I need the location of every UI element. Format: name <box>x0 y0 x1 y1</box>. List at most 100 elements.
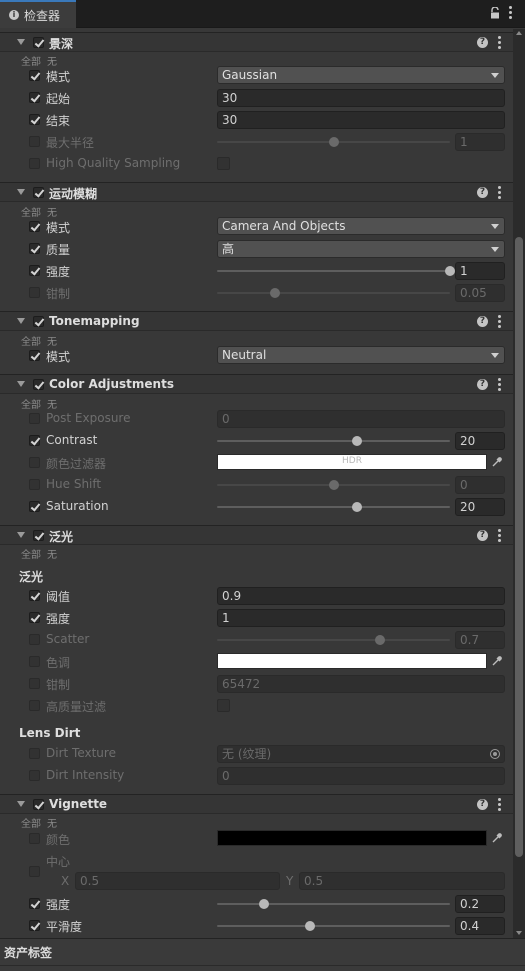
help-icon[interactable]: ? <box>477 379 488 390</box>
component-menu-icon[interactable] <box>498 36 501 51</box>
help-icon[interactable]: ? <box>477 187 488 198</box>
slider-thumb[interactable] <box>270 288 281 298</box>
all-button[interactable]: 全部 <box>21 57 41 68</box>
override-checkbox[interactable] <box>29 265 40 276</box>
bloom-tint-swatch[interactable] <box>217 653 487 669</box>
dirt-intensity-field[interactable]: 0 <box>217 767 505 785</box>
saturation-slider[interactable] <box>217 506 450 508</box>
override-checkbox[interactable] <box>29 634 40 645</box>
override-checkbox[interactable] <box>29 435 40 446</box>
override-checkbox[interactable] <box>29 833 40 844</box>
component-enable-checkbox[interactable] <box>33 316 44 327</box>
component-menu-icon[interactable] <box>498 798 501 813</box>
tab-menu-icon[interactable] <box>509 6 513 20</box>
vignette-smoothness-slider[interactable] <box>217 925 450 927</box>
color-filter-swatch[interactable]: HDR <box>217 454 487 470</box>
bloom-intensity-field[interactable]: 1 <box>217 609 505 627</box>
dirt-texture-field[interactable]: 无 (纹理) <box>217 745 505 763</box>
bloom-hq-toggle[interactable] <box>217 699 230 712</box>
eyedropper-icon[interactable] <box>491 456 503 468</box>
tonemapping-mode-dropdown[interactable]: Neutral <box>217 346 505 364</box>
component-enable-checkbox[interactable] <box>33 379 44 390</box>
foldout-arrow-icon[interactable] <box>17 318 25 324</box>
post-exposure-field[interactable]: 0 <box>217 410 505 428</box>
contrast-field[interactable]: 20 <box>455 432 505 450</box>
motion-blur-intensity-field[interactable]: 1 <box>455 262 505 280</box>
vertical-scrollbar[interactable] <box>513 29 525 938</box>
hue-shift-field[interactable]: 0 <box>455 476 505 494</box>
depth-of-field-header[interactable]: 景深 ? <box>0 32 513 52</box>
motion-blur-clamp-slider[interactable] <box>217 292 450 294</box>
override-checkbox[interactable] <box>29 898 40 909</box>
component-menu-icon[interactable] <box>498 378 501 393</box>
dof-max-radius-field[interactable]: 1 <box>455 133 505 151</box>
tab-inspector[interactable]: i 检查器 <box>0 0 76 28</box>
override-checkbox[interactable] <box>29 158 40 169</box>
component-enable-checkbox[interactable] <box>33 530 44 541</box>
center-y-field[interactable]: 0.5 <box>299 872 505 890</box>
override-checkbox[interactable] <box>29 866 40 877</box>
foldout-arrow-icon[interactable] <box>17 381 25 387</box>
motion-blur-intensity-slider[interactable] <box>217 270 450 272</box>
motion-blur-clamp-field[interactable]: 0.05 <box>455 284 505 302</box>
slider-thumb[interactable] <box>445 266 455 276</box>
slider-thumb[interactable] <box>351 436 362 446</box>
dof-end-field[interactable]: 30 <box>217 111 505 129</box>
help-icon[interactable]: ? <box>477 316 488 327</box>
component-enable-checkbox[interactable] <box>33 37 44 48</box>
scroll-down-arrow-icon[interactable] <box>516 931 522 935</box>
bloom-scatter-field[interactable]: 0.7 <box>455 631 505 649</box>
motion-blur-mode-dropdown[interactable]: Camera And Objects <box>217 217 505 235</box>
component-enable-checkbox[interactable] <box>33 187 44 198</box>
saturation-field[interactable]: 20 <box>455 498 505 516</box>
contrast-slider[interactable] <box>217 440 450 442</box>
vignette-color-swatch[interactable] <box>217 830 487 846</box>
dof-start-field[interactable]: 30 <box>217 89 505 107</box>
bloom-scatter-slider[interactable] <box>217 639 450 641</box>
foldout-arrow-icon[interactable] <box>17 532 25 538</box>
override-checkbox[interactable] <box>29 221 40 232</box>
override-checkbox[interactable] <box>29 612 40 623</box>
all-button[interactable]: 全部 <box>21 208 41 219</box>
dof-mode-dropdown[interactable]: Gaussian <box>217 66 505 84</box>
component-menu-icon[interactable] <box>498 186 501 201</box>
vignette-intensity-slider[interactable] <box>217 903 450 905</box>
help-icon[interactable]: ? <box>477 530 488 541</box>
foldout-arrow-icon[interactable] <box>17 189 25 195</box>
color-adjustments-header[interactable]: Color Adjustments ? <box>0 374 513 394</box>
scroll-up-arrow-icon[interactable] <box>516 31 522 35</box>
vignette-intensity-field[interactable]: 0.2 <box>455 895 505 913</box>
override-checkbox[interactable] <box>29 114 40 125</box>
none-button[interactable]: 无 <box>47 400 57 411</box>
override-checkbox[interactable] <box>29 92 40 103</box>
bloom-clamp-field[interactable]: 65472 <box>217 675 505 693</box>
tonemapping-header[interactable]: Tonemapping ? <box>0 311 513 331</box>
help-icon[interactable]: ? <box>477 799 488 810</box>
slider-thumb[interactable] <box>375 635 386 645</box>
all-button[interactable]: 全部 <box>21 400 41 411</box>
component-menu-icon[interactable] <box>498 529 501 544</box>
motion-blur-header[interactable]: 运动模糊 ? <box>0 182 513 202</box>
motion-blur-quality-dropdown[interactable]: 高 <box>217 240 505 258</box>
help-icon[interactable]: ? <box>477 37 488 48</box>
asset-labels-title[interactable]: 资产标签 <box>4 944 52 961</box>
override-checkbox[interactable] <box>29 700 40 711</box>
none-button[interactable]: 无 <box>47 819 57 830</box>
component-enable-checkbox[interactable] <box>33 799 44 810</box>
slider-thumb[interactable] <box>328 480 339 490</box>
override-checkbox[interactable] <box>29 748 40 759</box>
override-checkbox[interactable] <box>29 590 40 601</box>
override-checkbox[interactable] <box>29 479 40 490</box>
override-checkbox[interactable] <box>29 678 40 689</box>
lock-icon[interactable] <box>490 7 500 19</box>
override-checkbox[interactable] <box>29 920 40 931</box>
vignette-smoothness-field[interactable]: 0.4 <box>455 917 505 935</box>
bloom-threshold-field[interactable]: 0.9 <box>217 587 505 605</box>
all-button[interactable]: 全部 <box>21 337 41 348</box>
bloom-header[interactable]: 泛光 ? <box>0 525 513 545</box>
center-x-field[interactable]: 0.5 <box>75 872 280 890</box>
slider-thumb[interactable] <box>328 137 339 147</box>
eyedropper-icon[interactable] <box>491 832 503 844</box>
override-checkbox[interactable] <box>29 243 40 254</box>
none-button[interactable]: 无 <box>47 208 57 219</box>
